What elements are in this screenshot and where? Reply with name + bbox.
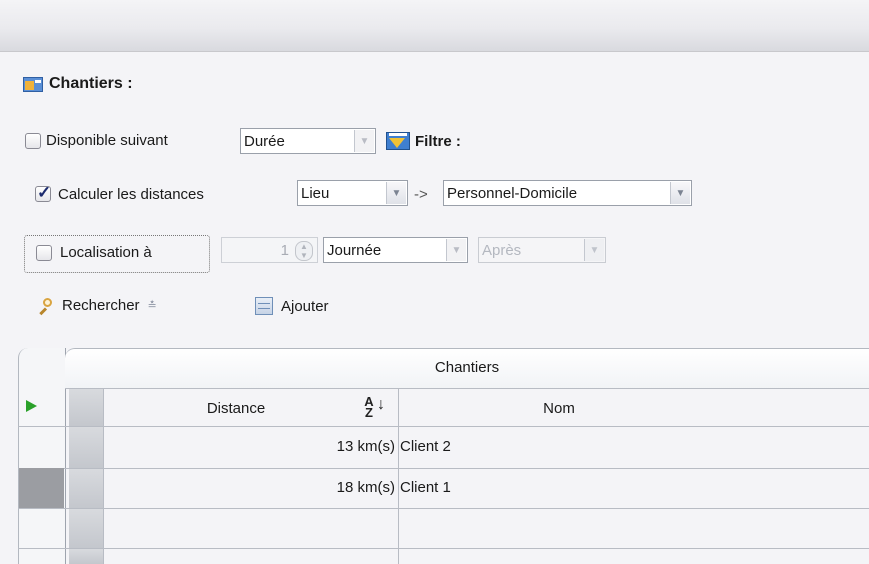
grid-line	[18, 508, 869, 509]
duree-value: Durée	[244, 133, 285, 150]
arrow-separator: ->	[414, 186, 428, 203]
rechercher-label: Rechercher	[62, 297, 140, 314]
sort-arrow-icon: ↓	[377, 396, 385, 413]
calculer-distances-label[interactable]: Calculer les distances	[58, 186, 204, 203]
row-header[interactable]	[69, 509, 103, 548]
grid-line	[18, 548, 869, 549]
sort-ascending-icon[interactable]: AZ	[362, 395, 376, 419]
apres-combo[interactable]: Après ▼	[478, 237, 606, 263]
grid-line	[18, 426, 869, 427]
spin-updown-icon[interactable]: ▲ ▼	[295, 241, 313, 261]
group-header-chantiers: Chantiers	[434, 359, 500, 376]
add-record-icon	[255, 297, 273, 315]
journee-value: Journée	[327, 242, 382, 259]
chevron-down-icon[interactable]: ▼	[386, 182, 406, 204]
cell-distance[interactable]: 13 km(s)	[104, 438, 398, 455]
row-header[interactable]	[69, 427, 103, 468]
ajouter-button[interactable]: Ajouter	[255, 297, 329, 315]
filter-label: Filtre :	[415, 132, 461, 150]
distance-header-label: Distance	[206, 400, 266, 417]
filter-icon	[386, 130, 410, 152]
chevron-down-icon[interactable]: ▼	[354, 130, 374, 152]
disponible-label[interactable]: Disponible suivant	[46, 132, 168, 149]
grid-line	[65, 388, 869, 389]
ajouter-label: Ajouter	[281, 297, 329, 315]
personnel-domicile-value: Personnel-Domicile	[447, 185, 578, 202]
calculer-distances-checkbox[interactable]: ✓	[35, 183, 52, 202]
localisation-spinner[interactable]: 1 ▲ ▼	[221, 237, 318, 263]
chantiers-icon	[23, 75, 43, 93]
current-row-arrow-icon	[26, 400, 37, 412]
column-header-nom[interactable]: Nom	[399, 400, 869, 417]
chevron-down-icon[interactable]: ▼	[446, 239, 466, 261]
grid-line	[18, 468, 869, 469]
spinner-value: 1	[280, 242, 289, 259]
double-chevron-down-icon[interactable]: ≛	[148, 299, 157, 312]
localisation-label[interactable]: Localisation à	[60, 244, 152, 261]
filter-header: Filtre :	[386, 130, 461, 152]
rechercher-button[interactable]: Rechercher ≛	[38, 297, 157, 315]
personnel-domicile-combo[interactable]: Personnel-Domicile ▼	[443, 180, 692, 206]
row-selector-column	[18, 348, 66, 564]
check-mark-icon: ✓	[37, 183, 52, 202]
row-header[interactable]	[69, 469, 103, 508]
disponible-checkbox[interactable]	[25, 133, 41, 149]
search-icon	[38, 297, 54, 315]
column-header-distance[interactable]: Distance	[104, 400, 398, 417]
journee-combo[interactable]: Journée ▼	[323, 237, 468, 263]
chevron-down-icon[interactable]: ▼	[670, 182, 690, 204]
duree-combo[interactable]: Durée ▼	[240, 128, 376, 154]
row-header[interactable]	[69, 389, 103, 426]
cell-distance[interactable]: 18 km(s)	[104, 479, 398, 496]
window-title-bar	[0, 0, 869, 52]
localisation-checkbox[interactable]	[36, 245, 52, 261]
chantiers-grid[interactable]: Chantiers Distance AZ ↓ Nom 13 km(s) Cli…	[18, 348, 869, 564]
cell-nom[interactable]: Client 1	[400, 479, 700, 496]
chevron-down-icon[interactable]: ▼	[584, 239, 604, 261]
section-header: Chantiers :	[23, 75, 133, 93]
apres-value: Après	[482, 242, 522, 259]
lieu-value: Lieu	[301, 185, 330, 202]
row-header[interactable]	[69, 549, 103, 564]
section-title: Chantiers :	[49, 75, 133, 92]
cell-nom[interactable]: Client 2	[400, 438, 700, 455]
selected-row-marker[interactable]	[19, 468, 64, 508]
lieu-combo[interactable]: Lieu ▼	[297, 180, 408, 206]
